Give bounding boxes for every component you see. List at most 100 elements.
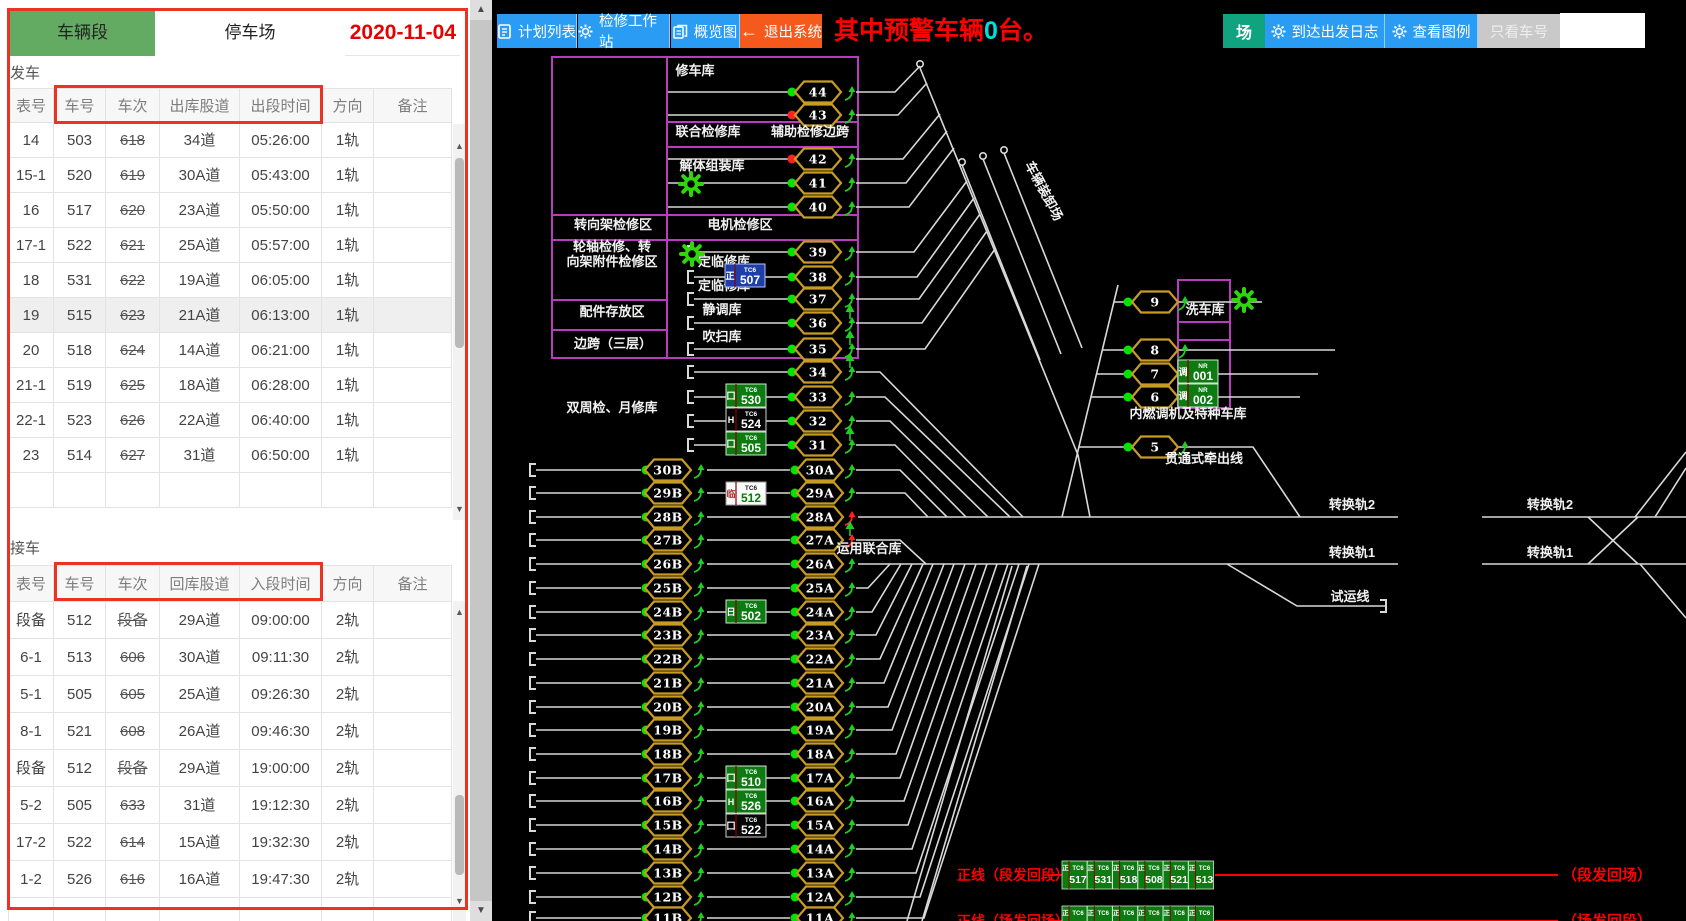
track-number-badge-11A[interactable]: 11A — [797, 908, 843, 921]
track-number-badge-43[interactable]: 43 — [795, 105, 841, 126]
mainline-train-badge[interactable]: 正TC6 — [1138, 906, 1163, 921]
mainline-train-badge-508[interactable]: 正TC6508 — [1138, 861, 1163, 889]
depart-row[interactable]: 2051862414A道06:21:001轨 — [8, 333, 452, 368]
track-number-badge-25A[interactable]: 25A — [797, 578, 843, 599]
gear-status-icon[interactable] — [681, 243, 703, 265]
overview-map-button[interactable]: 概览图 — [671, 14, 740, 48]
track-number-badge-29B[interactable]: 29B — [645, 483, 691, 504]
mainline-train-badge[interactable]: 正TC6 — [1113, 906, 1138, 921]
track-number-badge-19A[interactable]: 19A — [797, 720, 843, 741]
train-badge-510[interactable]: 囗TC6510 — [726, 766, 766, 789]
track-number-badge-12B[interactable]: 12B — [645, 887, 691, 908]
train-badge-001[interactable]: 调NR001 — [1178, 360, 1218, 383]
mainline-train-badge[interactable]: 正TC6 — [1062, 906, 1087, 921]
track-number-badge-14A[interactable]: 14A — [797, 839, 843, 860]
track-number-badge-6[interactable]: 6 — [1132, 387, 1178, 408]
track-number-badge-7[interactable]: 7 — [1132, 364, 1178, 385]
mainline-train-badge[interactable]: 正TC6 — [1087, 906, 1112, 921]
track-number-badge-38[interactable]: 38 — [795, 267, 841, 288]
arrive-row[interactable]: 段备512段备29A道09:00:002轨 — [8, 602, 452, 639]
track-number-badge-31[interactable]: 31 — [795, 435, 841, 456]
depart-row[interactable]: 1651762023A道05:50:001轨 — [8, 193, 452, 228]
track-number-badge-26B[interactable]: 26B — [645, 554, 691, 575]
track-number-badge-23A[interactable]: 23A — [797, 625, 843, 646]
track-number-badge-37[interactable]: 37 — [795, 289, 841, 310]
track-number-badge-17A[interactable]: 17A — [797, 768, 843, 789]
mainline-train-badge-517[interactable]: 正TC6517 — [1062, 861, 1087, 889]
train-badge-530[interactable]: 囗TC6530 — [726, 384, 766, 407]
track-number-badge-26A[interactable]: 26A — [797, 554, 843, 575]
mainline-train-badge-518[interactable]: 正TC6518 — [1113, 861, 1138, 889]
track-number-badge-41[interactable]: 41 — [795, 173, 841, 194]
track-number-badge-29A[interactable]: 29A — [797, 483, 843, 504]
depart-scroll-up-icon[interactable]: ▲ — [454, 141, 465, 152]
depart-row[interactable]: 17-152262125A道05:57:001轨 — [8, 228, 452, 263]
train-badge-502[interactable]: 日TC6502 — [726, 600, 766, 623]
mainline-train-badge-521[interactable]: 正TC6521 — [1163, 861, 1188, 889]
arrive-scroll-down-icon[interactable]: ▼ — [454, 896, 465, 907]
maintenance-workstation-button[interactable]: 检修工作站 — [578, 14, 670, 48]
track-number-badge-34[interactable]: 34 — [795, 362, 841, 383]
page-scroll-up-icon[interactable]: ▲ — [470, 0, 492, 20]
empty-row[interactable] — [8, 473, 452, 508]
track-number-badge-23B[interactable]: 23B — [645, 625, 691, 646]
arrive-row[interactable]: 8-152160826A道09:46:302轨 — [8, 713, 452, 750]
track-number-badge-40[interactable]: 40 — [795, 197, 841, 218]
track-number-badge-8[interactable]: 8 — [1132, 340, 1178, 361]
train-badge-002[interactable]: 调NR002 — [1178, 384, 1218, 407]
arrive-row[interactable]: 段备512段备29A道19:00:002轨 — [8, 750, 452, 787]
arrive-row[interactable]: 6-151360630A道09:11:302轨 — [8, 639, 452, 676]
page-scroll-down-icon[interactable]: ▼ — [470, 901, 492, 921]
mainline-train-badge-513[interactable]: 正TC6513 — [1189, 861, 1214, 889]
depart-scroll-thumb[interactable] — [455, 158, 464, 348]
track-number-badge-13A[interactable]: 13A — [797, 863, 843, 884]
train-badge-505[interactable]: 囗TC6505 — [726, 432, 766, 455]
track-number-badge-14B[interactable]: 14B — [645, 839, 691, 860]
plan-list-button[interactable]: 计划列表 — [497, 14, 577, 48]
depart-row[interactable]: 1450361834道05:26:001轨 — [8, 123, 452, 158]
depart-row[interactable]: 1951562321A道06:13:001轨 — [8, 298, 452, 333]
track-number-badge-30B[interactable]: 30B — [645, 460, 691, 481]
page-scrollbar[interactable]: ▲ ▼ — [470, 0, 492, 921]
track-number-badge-42[interactable]: 42 — [795, 149, 841, 170]
train-badge-524[interactable]: HTC6524 — [726, 408, 766, 431]
track-number-badge-24A[interactable]: 24A — [797, 602, 843, 623]
track-number-badge-21A[interactable]: 21A — [797, 673, 843, 694]
track-number-badge-19B[interactable]: 19B — [645, 720, 691, 741]
arrive-row[interactable]: 17-252261415A道19:32:302轨 — [8, 824, 452, 861]
depart-row[interactable]: 21-151962518A道06:28:001轨 — [8, 368, 452, 403]
track-number-badge-20A[interactable]: 20A — [797, 697, 843, 718]
track-number-badge-15B[interactable]: 15B — [645, 815, 691, 836]
mainline-train-badge[interactable]: 正TC6 — [1189, 906, 1214, 921]
track-number-badge-28A[interactable]: 28A — [797, 507, 843, 528]
view-legend-button[interactable]: 查看图例 — [1385, 14, 1478, 48]
track-number-badge-24B[interactable]: 24B — [645, 602, 691, 623]
train-badge-522[interactable]: 囗TC6522 — [726, 814, 766, 837]
track-number-badge-25B[interactable]: 25B — [645, 578, 691, 599]
track-number-badge-39[interactable]: 39 — [795, 242, 841, 263]
track-number-badge-16A[interactable]: 16A — [797, 791, 843, 812]
track-number-badge-18A[interactable]: 18A — [797, 744, 843, 765]
track-number-badge-28B[interactable]: 28B — [645, 507, 691, 528]
train-badge-526[interactable]: HTC6526 — [726, 790, 766, 813]
track-number-badge-21B[interactable]: 21B — [645, 673, 691, 694]
depart-row[interactable]: 1853162219A道06:05:001轨 — [8, 263, 452, 298]
only-car-number-button[interactable]: 只看车号 — [1478, 14, 1560, 48]
mainline-train-badge-531[interactable]: 正TC6531 — [1087, 861, 1112, 889]
depart-row[interactable]: 15-152061930A道05:43:001轨 — [8, 158, 452, 193]
exit-system-button[interactable]: ← 退出系统 — [740, 14, 822, 48]
arrive-scroll-thumb[interactable] — [455, 795, 464, 875]
track-number-badge-27B[interactable]: 27B — [645, 530, 691, 551]
track-number-badge-12A[interactable]: 12A — [797, 887, 843, 908]
track-number-badge-11B[interactable]: 11B — [645, 908, 691, 921]
track-number-badge-9[interactable]: 9 — [1132, 292, 1178, 313]
track-number-badge-20B[interactable]: 20B — [645, 697, 691, 718]
track-number-badge-44[interactable]: 44 — [795, 82, 841, 103]
arrive-scroll-up-icon[interactable]: ▲ — [454, 607, 465, 618]
gear-status-icon[interactable] — [1233, 289, 1255, 311]
gear-status-icon[interactable] — [680, 173, 702, 195]
arrival-departure-log-button[interactable]: 到达出发日志 — [1265, 14, 1385, 48]
track-number-badge-15A[interactable]: 15A — [797, 815, 843, 836]
track-number-badge-35[interactable]: 35 — [795, 339, 841, 360]
track-number-badge-13B[interactable]: 13B — [645, 863, 691, 884]
